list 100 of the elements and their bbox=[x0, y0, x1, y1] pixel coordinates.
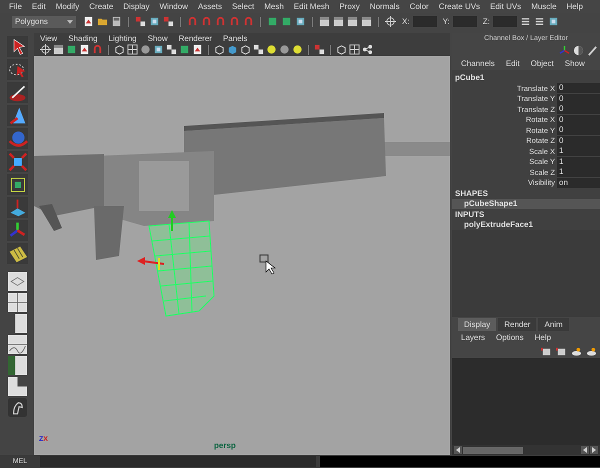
light-sphere-icon[interactable] bbox=[292, 44, 303, 55]
cube-scale-icon[interactable] bbox=[6, 151, 28, 172]
nodes-icon[interactable] bbox=[362, 44, 373, 55]
list-icon[interactable] bbox=[534, 16, 545, 27]
folder-icon[interactable] bbox=[97, 16, 108, 27]
grid-icon[interactable] bbox=[127, 44, 138, 55]
menu-item[interactable]: Modify bbox=[56, 2, 80, 11]
panel-menu-item[interactable]: Panels bbox=[222, 34, 248, 42]
wire-cube-icon[interactable] bbox=[240, 44, 251, 55]
four-view-layout-icon[interactable] bbox=[6, 293, 28, 312]
attribute-value-field[interactable]: 1 bbox=[557, 167, 600, 178]
panel-menu-item[interactable]: Shading bbox=[68, 34, 98, 42]
layer-editor-tab[interactable]: Anim bbox=[538, 318, 569, 331]
wire-cube-icon[interactable] bbox=[214, 44, 225, 55]
panel-menu-item[interactable]: Renderer bbox=[178, 34, 212, 42]
two-view-layout-icon[interactable] bbox=[6, 377, 28, 396]
menu-item[interactable]: Edit Mesh bbox=[294, 2, 330, 11]
menu-item[interactable]: Proxy bbox=[339, 2, 360, 11]
menu-item[interactable]: Muscle bbox=[531, 2, 557, 11]
menu-item[interactable]: Display bbox=[123, 2, 150, 11]
filled-square-icon[interactable] bbox=[267, 16, 278, 27]
cube-icon[interactable] bbox=[153, 44, 164, 55]
layer-icon[interactable] bbox=[541, 346, 552, 356]
menu-item[interactable]: Assets bbox=[198, 2, 222, 11]
cube-icon[interactable] bbox=[149, 16, 160, 27]
light-sphere-icon[interactable] bbox=[266, 44, 277, 55]
layer-menu-item[interactable]: Help bbox=[534, 333, 552, 342]
attribute-value-field[interactable]: 0 bbox=[557, 125, 600, 136]
command-input-field[interactable] bbox=[40, 456, 316, 467]
menu-item[interactable]: Normals bbox=[370, 2, 400, 11]
scroll-left-icon[interactable] bbox=[581, 446, 589, 454]
list-icon[interactable] bbox=[520, 16, 531, 27]
sphere-icon[interactable] bbox=[140, 44, 151, 55]
menu-item[interactable]: Window bbox=[160, 2, 188, 11]
coordinate-field[interactable] bbox=[452, 16, 477, 27]
graph-layout-icon[interactable] bbox=[6, 335, 28, 354]
selection-mask-icon[interactable] bbox=[135, 16, 146, 27]
cube-icon[interactable] bbox=[548, 16, 559, 27]
panel-menu-item[interactable]: View bbox=[40, 34, 58, 42]
crosshair-icon[interactable] bbox=[40, 44, 51, 55]
menu-set-dropdown[interactable]: Polygons bbox=[12, 16, 76, 28]
paint-brush-icon[interactable] bbox=[6, 82, 28, 103]
scrollbar-thumb[interactable] bbox=[463, 446, 523, 454]
attribute-value-field[interactable]: 0 bbox=[557, 94, 600, 104]
outliner-layout-icon[interactable] bbox=[6, 314, 28, 333]
half-circle-icon[interactable] bbox=[573, 45, 584, 56]
menu-item[interactable]: Mesh bbox=[264, 2, 284, 11]
shape-node-item[interactable]: pCubeShape1 bbox=[452, 199, 600, 209]
attribute-value-field[interactable]: 1 bbox=[557, 156, 600, 167]
checker-icon[interactable] bbox=[253, 44, 264, 55]
channel-box-menu-item[interactable]: Show bbox=[564, 59, 585, 68]
menu-item[interactable]: Help bbox=[566, 2, 583, 11]
menu-item[interactable]: File bbox=[9, 2, 22, 11]
layer-menu-item[interactable]: Layers bbox=[461, 333, 486, 342]
menu-item[interactable]: Create bbox=[89, 2, 114, 11]
document-icon[interactable] bbox=[83, 16, 94, 27]
attribute-value-field[interactable]: 0 bbox=[557, 104, 600, 114]
checker-icon[interactable] bbox=[166, 44, 177, 55]
cone-icon[interactable] bbox=[6, 105, 28, 126]
sphere-icon[interactable] bbox=[279, 44, 290, 55]
filled-square-icon[interactable] bbox=[66, 44, 77, 55]
axis-icon[interactable] bbox=[559, 45, 570, 56]
crosshair-icon[interactable] bbox=[385, 16, 396, 27]
selection-mask-icon[interactable] bbox=[163, 16, 174, 27]
channel-box-menu-item[interactable]: Channels bbox=[461, 59, 495, 68]
coordinate-field[interactable] bbox=[492, 16, 517, 27]
axis-manipulator-icon[interactable] bbox=[6, 220, 28, 241]
attribute-value-field[interactable]: 1 bbox=[557, 146, 600, 156]
hypershade-layout-icon[interactable] bbox=[6, 356, 28, 375]
menu-item[interactable]: Edit bbox=[32, 2, 46, 11]
layer-menu-item[interactable]: Options bbox=[496, 333, 524, 342]
panel-menu-item[interactable]: Lighting bbox=[108, 34, 137, 42]
channel-box-menu-item[interactable]: Object bbox=[530, 59, 554, 68]
layer-editor-tab[interactable]: Display bbox=[458, 318, 496, 331]
filled-square-icon[interactable] bbox=[179, 44, 190, 55]
cube-icon[interactable] bbox=[295, 16, 306, 27]
cube-manipulator-icon[interactable] bbox=[6, 174, 28, 195]
scroll-right-icon[interactable] bbox=[590, 446, 598, 454]
selection-mask-icon[interactable] bbox=[314, 44, 325, 55]
attribute-value-field[interactable]: 0 bbox=[557, 83, 600, 94]
attribute-value-field[interactable]: 0 bbox=[557, 114, 600, 125]
menu-item[interactable]: Color bbox=[410, 2, 429, 11]
document-icon[interactable] bbox=[79, 44, 90, 55]
menu-item[interactable]: Edit UVs bbox=[490, 2, 522, 11]
grid-plane-icon[interactable] bbox=[6, 243, 28, 264]
document-icon[interactable] bbox=[192, 44, 203, 55]
scroll-left-icon[interactable] bbox=[454, 446, 462, 454]
cloud-icon[interactable] bbox=[586, 346, 597, 356]
panel-menu-item[interactable]: Show bbox=[148, 34, 168, 42]
channel-box-menu-item[interactable]: Edit bbox=[506, 59, 520, 68]
wire-cube-icon[interactable] bbox=[114, 44, 125, 55]
lasso-icon[interactable] bbox=[6, 59, 28, 80]
filled-square-icon[interactable] bbox=[281, 16, 292, 27]
grid-manipulator-icon[interactable] bbox=[6, 197, 28, 218]
menu-item[interactable]: Select bbox=[232, 2, 254, 11]
coordinate-field[interactable] bbox=[412, 16, 437, 27]
layer-icon[interactable] bbox=[556, 346, 567, 356]
cloud-icon[interactable] bbox=[571, 346, 582, 356]
single-view-layout-icon[interactable] bbox=[6, 272, 28, 291]
menu-item[interactable]: Create UVs bbox=[438, 2, 480, 11]
